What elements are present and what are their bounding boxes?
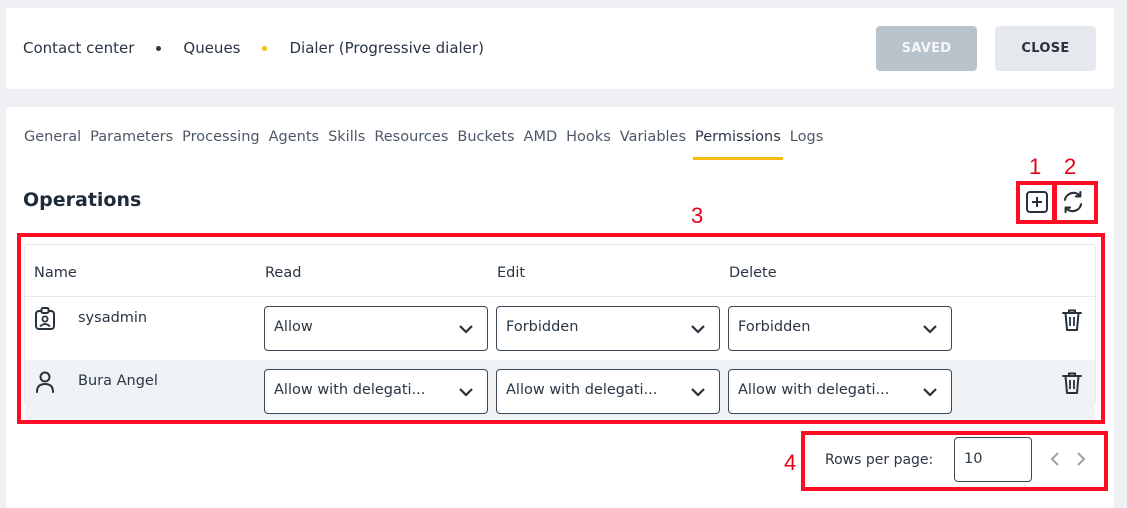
annotation-box-4 (801, 431, 1108, 491)
annotation-number-1: 1 (1029, 154, 1042, 179)
tab-bar: General Parameters Processing Agents Ski… (24, 129, 832, 160)
annotation-box-2 (1053, 181, 1098, 224)
breadcrumb-item-queues[interactable]: Queues (183, 39, 240, 57)
annotation-number-2: 2 (1064, 154, 1077, 179)
close-button[interactable]: CLOSE (995, 26, 1096, 71)
tab-buckets[interactable]: Buckets (457, 129, 514, 149)
breadcrumb-separator-dot (156, 45, 162, 51)
annotation-number-3: 3 (691, 203, 704, 228)
tab-skills[interactable]: Skills (328, 129, 365, 149)
tab-agents[interactable]: Agents (269, 129, 319, 149)
annotation-box-3 (17, 233, 1105, 424)
annotation-number-4: 4 (784, 450, 797, 475)
tab-hooks[interactable]: Hooks (566, 129, 611, 149)
tab-amd[interactable]: AMD (524, 129, 558, 149)
saved-button[interactable]: SAVED (876, 26, 977, 71)
tab-resources[interactable]: Resources (374, 129, 448, 149)
tab-processing[interactable]: Processing (182, 129, 259, 149)
tab-parameters[interactable]: Parameters (90, 129, 173, 149)
tab-logs[interactable]: Logs (790, 129, 823, 149)
breadcrumb-item-current: Dialer (Progressive dialer) (289, 39, 484, 57)
section-title: Operations (23, 189, 142, 211)
tab-permissions[interactable]: Permissions (693, 129, 783, 160)
breadcrumb: Contact center Queues Dialer (Progressiv… (23, 38, 484, 58)
annotation-box-1 (1016, 181, 1056, 224)
breadcrumb-separator-dot (262, 45, 268, 51)
header-card: Contact center Queues Dialer (Progressiv… (6, 8, 1114, 89)
breadcrumb-item-contact-center[interactable]: Contact center (23, 39, 134, 57)
tab-general[interactable]: General (24, 129, 81, 149)
tab-variables[interactable]: Variables (620, 129, 686, 149)
